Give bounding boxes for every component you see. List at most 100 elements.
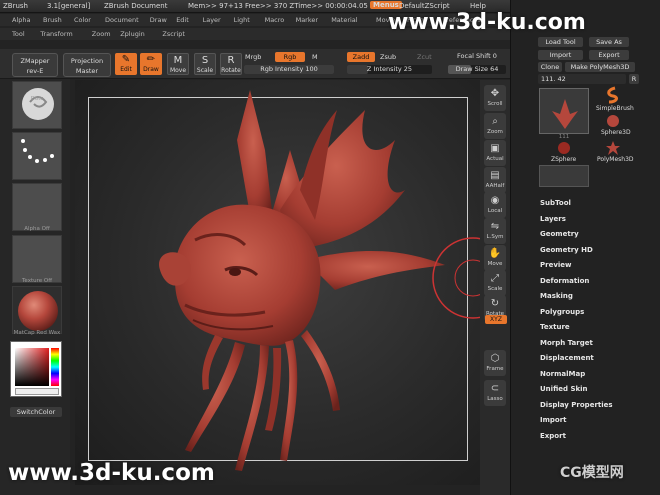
make-polymesh3d-button[interactable]: Make PolyMesh3D [565, 62, 635, 72]
transpose-ring-icon[interactable] [428, 235, 488, 325]
stroke-dots-slot[interactable] [12, 132, 62, 180]
import-tool-button[interactable]: Import [538, 50, 583, 60]
switch-color-button[interactable]: SwitchColor [10, 407, 62, 417]
lsym-button[interactable]: ⇋ L.Sym [484, 218, 506, 244]
projection-label: Projection [70, 57, 104, 65]
rotate-mode-button[interactable]: R Rotate [220, 53, 242, 75]
zsub-button[interactable]: Zsub [380, 53, 396, 61]
draw-icon: ✏ [146, 54, 156, 65]
hue-strip[interactable] [51, 348, 59, 386]
menu-item-light[interactable]: Light [234, 16, 250, 24]
edit-mode-button[interactable]: ✎ Edit [115, 53, 137, 75]
zadd-button[interactable]: Zadd [347, 52, 375, 62]
menu-item-edit[interactable]: Edit [176, 16, 189, 24]
mrgb-button[interactable]: Mrgb [245, 53, 261, 61]
move-button[interactable]: ✋ Move [484, 245, 506, 271]
menu-item-zplugin[interactable]: Zplugin [120, 30, 145, 38]
draw-mode-button[interactable]: ✏ Draw [140, 53, 162, 75]
tool-section-normalmap[interactable]: NormalMap [540, 370, 585, 378]
tool-section-display-properties[interactable]: Display Properties [540, 401, 613, 409]
menu-item-tool[interactable]: Tool [12, 30, 25, 38]
help-button[interactable]: Help [470, 2, 486, 10]
tool-section-morph-target[interactable]: Morph Target [540, 339, 593, 347]
tool-value-slider[interactable]: 111. 42 [538, 74, 626, 84]
rgb-button[interactable]: Rgb [275, 52, 305, 62]
tool-section-unified-skin[interactable]: Unified Skin [540, 385, 588, 393]
rotate-mode-label: Rotate [221, 67, 241, 74]
scroll-button[interactable]: ✥ Scroll [484, 85, 506, 111]
polymesh3d-icon[interactable] [605, 140, 621, 156]
scale-button[interactable]: ⤢ Scale [484, 270, 506, 296]
tool-section-polygroups[interactable]: Polygroups [540, 308, 584, 316]
menu-item-brush[interactable]: Brush [43, 16, 62, 24]
tool-section-layers[interactable]: Layers [540, 215, 566, 223]
clone-button[interactable]: Clone [538, 62, 562, 72]
menu-item-alpha[interactable]: Alpha [12, 16, 30, 24]
zcut-button[interactable]: Zcut [417, 53, 432, 61]
r-button[interactable]: R [629, 74, 639, 84]
texture-slot[interactable] [12, 235, 62, 283]
menu-item-color[interactable]: Color [74, 16, 91, 24]
current-tool-thumbnail[interactable] [539, 88, 589, 134]
move-mode-button[interactable]: M Move [167, 53, 189, 75]
save-as-button[interactable]: Save As [589, 37, 629, 47]
default-zscript-button[interactable]: DefaultZScript [399, 2, 450, 10]
m-button[interactable]: M [312, 53, 318, 61]
lasso-button[interactable]: ⊂ Lasso [484, 380, 506, 406]
tool-section-subtool[interactable]: SubTool [540, 199, 571, 207]
draw-size-slider[interactable]: Draw Size 64 [448, 65, 506, 74]
menu-item-material[interactable]: Material [331, 16, 357, 24]
xyz-symmetry-button[interactable]: XYZ [485, 315, 507, 324]
simplebrush-icon[interactable] [603, 86, 623, 104]
zsphere-icon[interactable] [557, 141, 571, 155]
menu-item-draw[interactable]: Draw [150, 16, 167, 24]
menus-button[interactable]: Menus [370, 1, 402, 9]
zoom-icon: ⌕ [492, 116, 498, 127]
menu-item-macro[interactable]: Macro [265, 16, 285, 24]
material-slot[interactable] [12, 286, 62, 334]
menu-item-zoom[interactable]: Zoom [92, 30, 111, 38]
menu-item-document[interactable]: Document [105, 16, 139, 24]
local-icon: ◉ [490, 195, 500, 206]
tool-section-displacement[interactable]: Displacement [540, 354, 594, 362]
secondary-color-swatch[interactable] [15, 388, 59, 395]
subtool-thumbnail[interactable] [539, 165, 589, 187]
zmapper-button[interactable]: ZMapper rev-E [12, 53, 58, 77]
load-tool-button[interactable]: Load Tool [538, 37, 583, 47]
right-tool-strip: ✥ Scroll ⌕ Zoom ▣ Actual ▤ AAHalf ◉ Local ⇋ L.Sym ✋ M… [480, 80, 510, 495]
local-button[interactable]: ◉ Local [484, 192, 506, 218]
rgb-intensity-slider[interactable]: Rgb Intensity 100 [244, 65, 334, 74]
export-tool-button[interactable]: Export [589, 50, 629, 60]
menu-item-marker[interactable]: Marker [296, 16, 318, 24]
dots-stroke-icon [21, 139, 54, 163]
menu-item-transform[interactable]: Transform [40, 30, 72, 38]
tool-section-geometry-hd[interactable]: Geometry HD [540, 246, 593, 254]
zoom-button[interactable]: ⌕ Zoom [484, 113, 506, 139]
tool-section-preview[interactable]: Preview [540, 261, 572, 269]
frame-button[interactable]: ⬡ Frame [484, 350, 506, 376]
sphere3d-icon[interactable] [606, 114, 620, 128]
focal-shift-label: Focal Shift 0 [457, 52, 497, 60]
focal-shift-slider[interactable]: Focal Shift 0 [448, 52, 506, 61]
tool-section-texture[interactable]: Texture [540, 323, 570, 331]
menu-item-zscript[interactable]: Zscript [162, 30, 185, 38]
tool-section-deformation[interactable]: Deformation [540, 277, 589, 285]
menu-item-layer[interactable]: Layer [203, 16, 221, 24]
tool-section-import[interactable]: Import [540, 416, 567, 424]
color-picker[interactable] [10, 341, 62, 397]
tool-section-export[interactable]: Export [540, 432, 566, 440]
tool-section-geometry[interactable]: Geometry [540, 230, 579, 238]
dragon-head-model[interactable] [75, 80, 480, 485]
stroke-dots-label: Dots [30, 96, 44, 102]
tool-section-masking[interactable]: Masking [540, 292, 573, 300]
sphere3d-label: Sphere3D [601, 129, 631, 136]
alpha-slot[interactable] [12, 183, 62, 231]
projection-master-button[interactable]: Projection Master [63, 53, 111, 77]
z-intensity-slider[interactable]: Z Intensity 25 [347, 65, 432, 74]
scale-mode-button[interactable]: S Scale [194, 53, 216, 75]
dragon-thumb-icon [552, 99, 578, 129]
brush-standard-slot[interactable] [12, 81, 62, 129]
aahalf-button[interactable]: ▤ AAHalf [484, 167, 506, 193]
color-square[interactable] [15, 348, 49, 386]
actual-button[interactable]: ▣ Actual [484, 140, 506, 166]
